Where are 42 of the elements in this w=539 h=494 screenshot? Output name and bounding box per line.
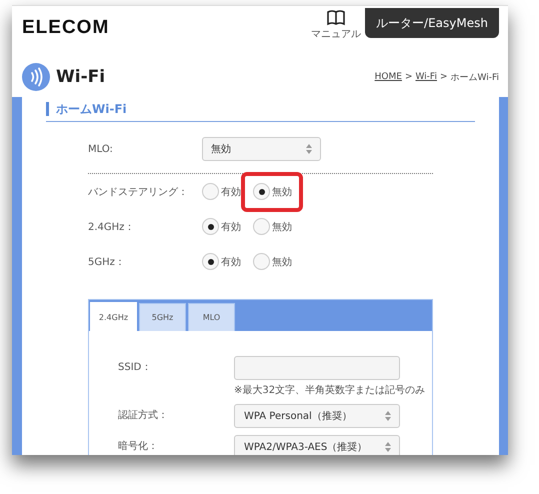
field-label: 認証方式： [118,408,169,423]
radio-button[interactable] [253,183,270,200]
band-tab[interactable]: 5GHz [139,303,186,331]
book-icon[interactable] [327,10,345,26]
radio-label: 有効 [221,256,241,268]
dropdown[interactable]: WPA Personal（推奨） [234,404,400,428]
page-title: Wi-Fi [56,67,106,87]
breadcrumb-separator: > [404,72,412,82]
radio-button[interactable] [202,218,219,235]
field-label: バンドステアリング： [88,186,189,198]
wifi-icon [22,63,50,91]
router-button[interactable]: ルーター/EasyMesh [365,8,499,38]
logo[interactable]: ELECOM [22,17,110,39]
section-title: ホームWi-Fi [46,101,475,122]
updown-icon [385,411,391,421]
updown-icon [385,442,391,452]
field-label: SSID： [118,361,152,375]
field-label: MLO: [88,144,114,154]
updown-icon [306,144,312,154]
radio-label: 有効 [221,186,241,198]
mlo-select[interactable]: 無効 [202,137,321,161]
radio-button[interactable] [253,253,270,270]
band-tab[interactable]: MLO [188,303,235,331]
dropdown[interactable]: WPA2/WPA3-AES（推奨） [234,435,400,455]
field-label: 2.4GHz： [88,220,136,234]
field-label: 5GHz： [88,256,126,268]
radio-label: 有効 [221,220,241,234]
radio-button[interactable] [202,253,219,270]
manual-link[interactable]: マニュアル [311,27,361,41]
breadcrumb-separator: > [440,72,448,82]
radio-button[interactable] [202,183,219,200]
radio-label: 無効 [272,256,292,268]
field-label: 暗号化： [118,440,159,454]
radio-button[interactable] [253,218,270,235]
breadcrumb-item[interactable]: HOME [374,72,402,82]
ssid-input[interactable] [234,356,400,380]
breadcrumb-item[interactable]: Wi-Fi [415,72,437,82]
radio-label: 無効 [272,186,292,198]
breadcrumb-item: ホームWi-Fi [450,72,499,84]
band-tab[interactable]: 2.4GHz [90,302,137,331]
radio-label: 無効 [272,220,292,234]
hint-text: ※最大32文字、半角英数字または記号のみ [234,384,426,397]
